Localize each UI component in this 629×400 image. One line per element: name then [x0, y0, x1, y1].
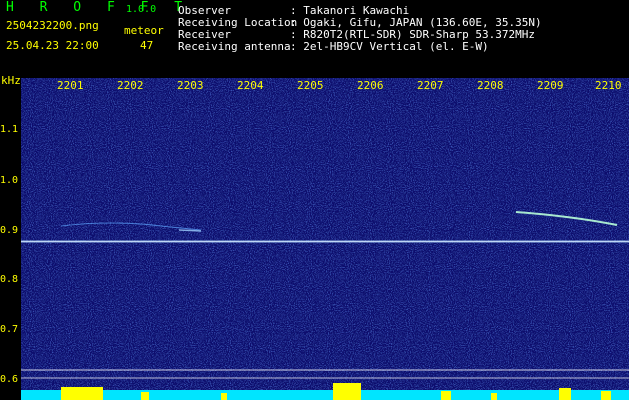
y-axis-unit: kHz	[1, 74, 21, 87]
x-tick-label: 2203	[177, 79, 204, 92]
meteor-count: 47	[140, 39, 154, 52]
meteor-label: meteor	[124, 24, 164, 37]
meteor-trail-center	[178, 229, 202, 232]
x-tick-label: 2201	[57, 79, 84, 92]
x-tick-label: 2210	[595, 79, 622, 92]
y-tick-label: 0.9	[0, 225, 19, 236]
y-tick-label: 1.1	[0, 124, 19, 135]
info-value-antenna: : 2el-HB9CV Vertical (el. E-W)	[290, 40, 489, 53]
filename: 2504232200.png	[6, 19, 99, 32]
datetime: 25.04.23 22:00	[6, 39, 99, 52]
spectrogram-plot	[21, 78, 629, 400]
y-tick-label: 1.0	[0, 175, 19, 186]
x-tick-label: 2207	[417, 79, 444, 92]
y-tick-label: 0.7	[0, 324, 19, 335]
noise-specks	[21, 78, 629, 400]
y-tick-label: 0.6	[0, 374, 19, 385]
x-tick-label: 2209	[537, 79, 564, 92]
app-title: H R O F F T	[6, 0, 192, 15]
spectrogram-canvas	[21, 78, 629, 400]
x-tick-label: 2202	[117, 79, 144, 92]
x-tick-label: 2206	[357, 79, 384, 92]
y-axis	[19, 78, 21, 400]
info-key-antenna: Receiving antenna	[178, 40, 291, 53]
y-tick-label: 0.8	[0, 274, 19, 285]
x-tick-label: 2208	[477, 79, 504, 92]
signal-strength-bar	[21, 390, 629, 400]
app-version: 1.0.0	[126, 4, 157, 15]
x-tick-label: 2205	[297, 79, 324, 92]
x-tick-label: 2204	[237, 79, 264, 92]
